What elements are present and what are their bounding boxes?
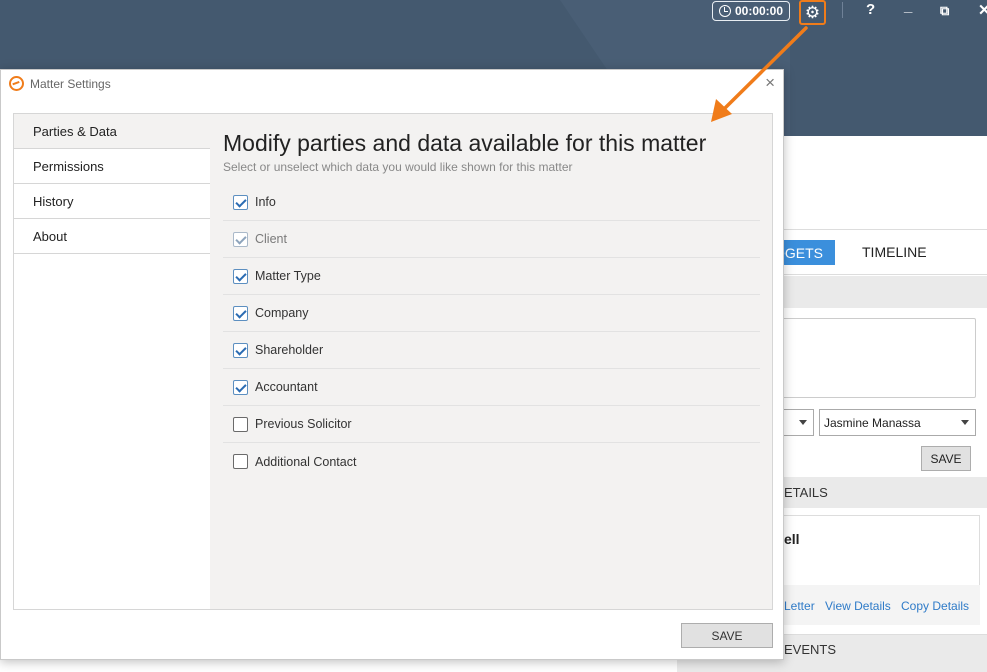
dialog-title: Matter Settings bbox=[30, 76, 111, 91]
sidebar-item-history[interactable]: History bbox=[14, 184, 210, 219]
option-label: Info bbox=[255, 195, 276, 209]
checkbox bbox=[233, 231, 248, 247]
settings-button[interactable]: ⚙ bbox=[799, 0, 826, 25]
option-info[interactable]: Info bbox=[223, 184, 760, 221]
bg-card-name: ell bbox=[784, 531, 800, 547]
dialog-titlebar: Matter Settings bbox=[9, 76, 111, 91]
app-logo-icon bbox=[9, 76, 24, 91]
option-previous-solicitor[interactable]: Previous Solicitor bbox=[223, 406, 760, 443]
header-divider bbox=[842, 2, 843, 18]
chevron-down-icon bbox=[799, 420, 807, 425]
clock-icon bbox=[718, 5, 731, 17]
option-client: Client bbox=[223, 221, 760, 258]
data-options-list: Info Client Matter Type Company Sharehol… bbox=[223, 184, 760, 480]
bg-select-staff[interactable]: Jasmine Manassa bbox=[819, 409, 976, 436]
checkbox[interactable] bbox=[233, 194, 248, 210]
option-additional-contact[interactable]: Additional Contact bbox=[223, 443, 760, 480]
chevron-down-icon bbox=[961, 420, 969, 425]
page-subtitle: Select or unselect which data you would … bbox=[223, 160, 573, 174]
sidebar-item-parties-data[interactable]: Parties & Data bbox=[14, 114, 210, 149]
page-title: Modify parties and data available for th… bbox=[223, 130, 707, 156]
checkbox[interactable] bbox=[233, 379, 248, 395]
matter-settings-dialog: Matter Settings × Parties & Data Permiss… bbox=[0, 69, 784, 660]
option-label: Accountant bbox=[255, 380, 318, 394]
timer-button[interactable]: 00:00:00 bbox=[712, 1, 790, 21]
minimize-icon[interactable]: _ bbox=[904, 0, 912, 15]
bg-events-label: EVENTS bbox=[784, 642, 837, 657]
help-icon[interactable]: ? bbox=[866, 1, 875, 18]
checkbox[interactable] bbox=[233, 268, 248, 284]
checkbox[interactable] bbox=[233, 305, 248, 321]
bg-tab-timeline[interactable]: TIMELINE bbox=[862, 244, 927, 260]
bg-view-details-link[interactable]: View Details bbox=[825, 599, 891, 613]
save-button[interactable]: SAVE bbox=[681, 623, 773, 648]
bg-notes-field[interactable] bbox=[760, 318, 976, 398]
option-label: Company bbox=[255, 306, 309, 320]
option-company[interactable]: Company bbox=[223, 295, 760, 332]
settings-sidebar: Parties & Data Permissions History About bbox=[13, 113, 211, 610]
bg-details-label: ETAILS bbox=[784, 485, 828, 500]
checkbox[interactable] bbox=[233, 454, 248, 469]
option-matter-type[interactable]: Matter Type bbox=[223, 258, 760, 295]
sidebar-item-about[interactable]: About bbox=[14, 219, 210, 254]
option-label: Shareholder bbox=[255, 343, 324, 357]
bg-select-value: Jasmine Manassa bbox=[824, 415, 921, 430]
checkbox[interactable] bbox=[233, 416, 248, 432]
option-label: Client bbox=[255, 232, 287, 246]
timer-value: 00:00:00 bbox=[734, 4, 784, 18]
dialog-close-icon[interactable]: × bbox=[765, 74, 775, 91]
option-label: Previous Solicitor bbox=[255, 417, 352, 431]
gear-icon: ⚙ bbox=[804, 2, 821, 22]
option-shareholder[interactable]: Shareholder bbox=[223, 332, 760, 369]
option-accountant[interactable]: Accountant bbox=[223, 369, 760, 406]
option-label: Additional Contact bbox=[255, 454, 357, 469]
bg-save-button[interactable]: SAVE bbox=[921, 446, 971, 471]
restore-icon[interactable]: ⧉ bbox=[940, 3, 949, 19]
option-label: Matter Type bbox=[255, 269, 321, 283]
checkbox[interactable] bbox=[233, 342, 248, 358]
bg-letter-link[interactable]: Letter bbox=[784, 599, 815, 613]
close-window-icon[interactable]: ✕ bbox=[978, 1, 987, 19]
bg-copy-details-link[interactable]: Copy Details bbox=[901, 599, 969, 613]
settings-content: Modify parties and data available for th… bbox=[210, 113, 773, 610]
sidebar-item-permissions[interactable]: Permissions bbox=[14, 149, 210, 184]
